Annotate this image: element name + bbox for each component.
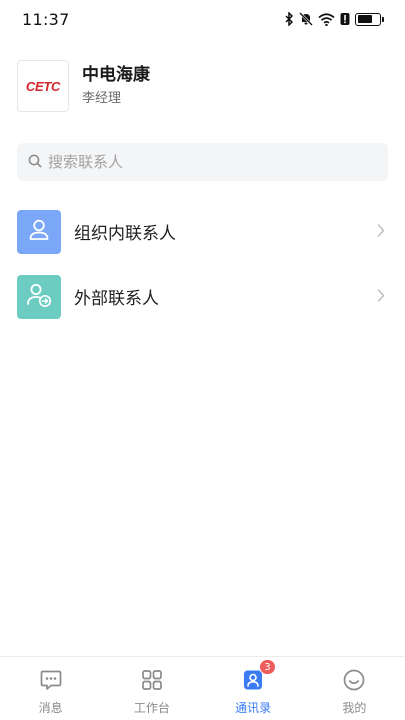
contact-row-external[interactable]: 外部联系人 [0,264,405,329]
status-time: 11:37 [22,9,70,29]
org-user-name: 李经理 [82,91,122,106]
mute-icon [299,12,313,26]
search-bar[interactable] [17,143,388,181]
notification-badge: 3 [259,659,276,675]
tab-messages[interactable]: 消息 [0,657,101,720]
org-name: 中电海康 [82,65,150,85]
chevron-right-icon [377,222,385,241]
search-input[interactable] [48,153,348,171]
contact-label-internal: 组织内联系人 [74,224,176,244]
tab-mine[interactable]: 我的 [304,657,405,720]
chevron-right-icon [377,287,385,306]
status-icons [284,12,384,26]
status-bar: 11:37 [0,0,405,38]
bottom-nav: 消息 工作台 3 通讯录 我的 [0,656,405,720]
contact-label-external: 外部联系人 [74,289,159,309]
alert-icon [340,12,350,26]
tab-workbench[interactable]: 工作台 [101,657,202,720]
contact-icon-internal [17,209,61,254]
tab-label: 通讯录 [235,701,272,715]
contact-list: 组织内联系人 外部联系人 [0,199,405,329]
org-logo-text: CETC [25,78,61,94]
org-info: 中电海康 李经理 [82,63,150,109]
smile-icon [342,668,366,696]
message-icon [39,668,63,696]
battery-fill [357,15,373,23]
user-icon [26,217,52,247]
tab-label: 工作台 [133,701,170,715]
bluetooth-icon [284,12,294,26]
external-user-icon [25,281,53,313]
wifi-icon [318,12,335,26]
org-header[interactable]: CETC 中电海康 李经理 [17,60,150,112]
contact-icon-external [17,274,61,319]
grid-icon [140,668,164,696]
tab-contacts[interactable]: 3 通讯录 [203,657,304,720]
org-logo: CETC [17,60,69,112]
contact-row-internal[interactable]: 组织内联系人 [0,199,405,264]
tab-label: 我的 [342,701,367,715]
battery-icon [355,12,384,26]
search-icon [28,153,42,172]
tab-label: 消息 [38,701,63,715]
